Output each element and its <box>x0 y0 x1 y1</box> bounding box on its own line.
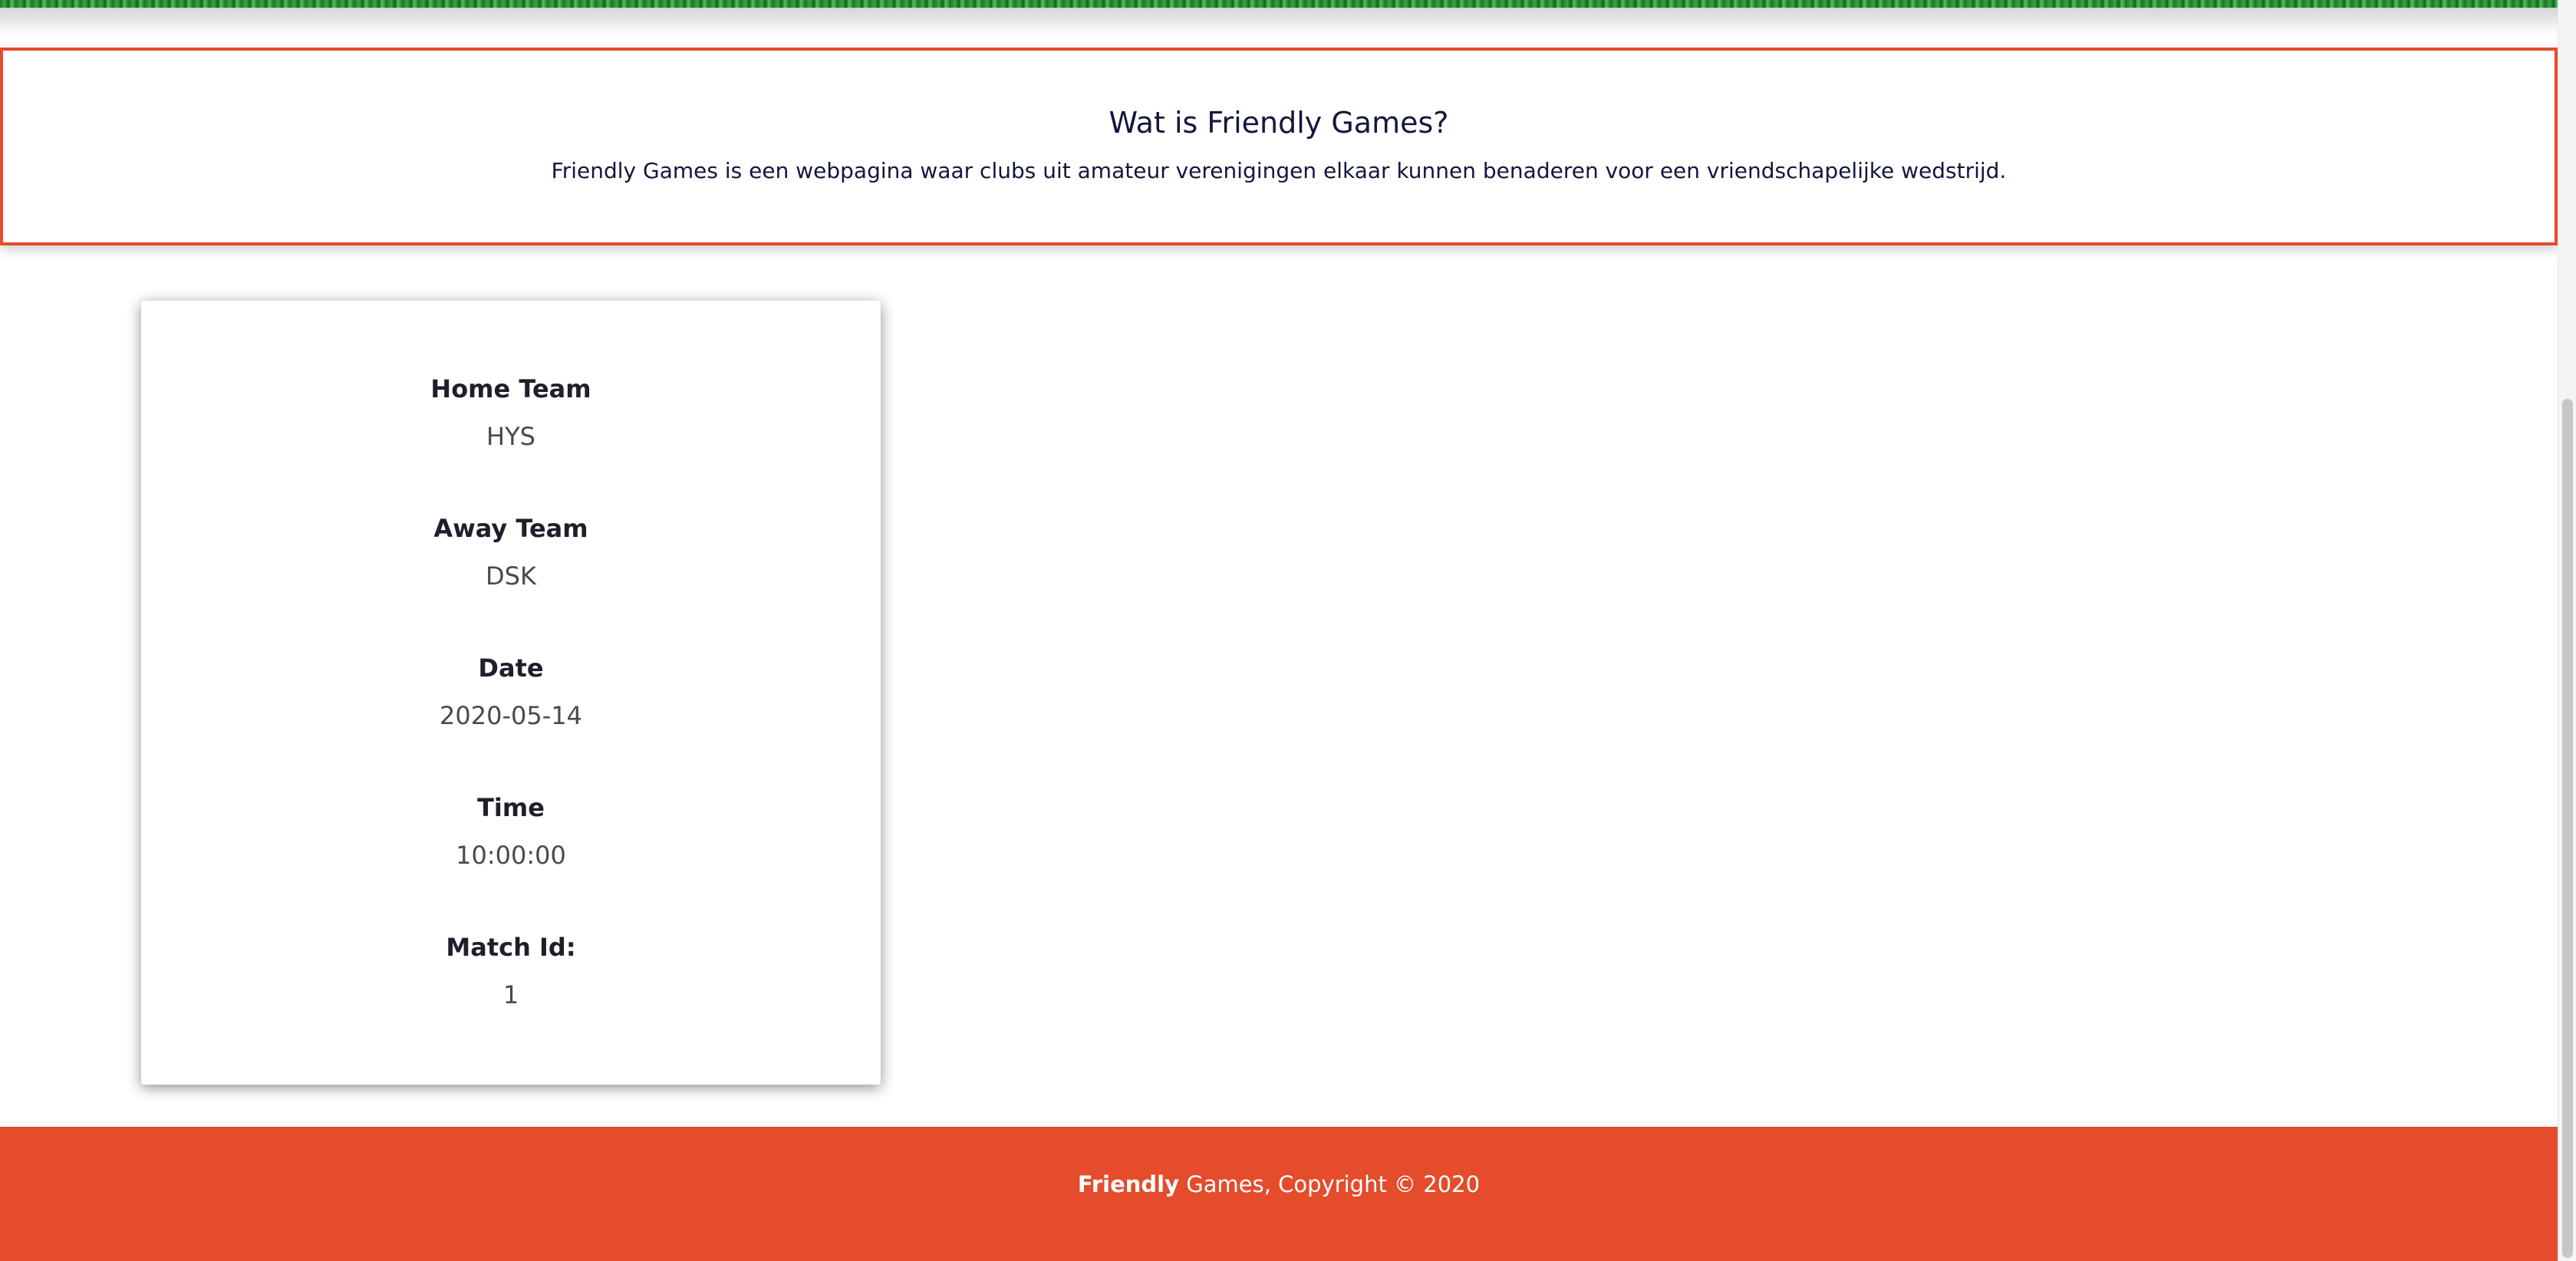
time-value: 10:00:00 <box>456 841 566 870</box>
page: Wat is Friendly Games? Friendly Games is… <box>0 0 2576 1261</box>
match-id-value: 1 <box>502 980 519 1009</box>
match-card: Home Team HYS Away Team DSK Date 2020-05… <box>141 301 881 1085</box>
intro-description: Friendly Games is een webpagina waar clu… <box>551 158 2007 183</box>
away-team-label: Away Team <box>433 514 588 543</box>
match-id-label: Match Id: <box>446 933 576 962</box>
header-grass-banner <box>0 0 2558 8</box>
footer-copyright: Friendly Games, Copyright © 2020 <box>0 1171 2558 1197</box>
time-label: Time <box>477 793 545 822</box>
intro-title: Wat is Friendly Games? <box>1108 106 1449 140</box>
intro-section: Wat is Friendly Games? Friendly Games is… <box>0 48 2558 245</box>
away-team-value: DSK <box>486 561 536 591</box>
home-team-label: Home Team <box>430 374 591 403</box>
footer: Friendly Games, Copyright © 2020 <box>0 1127 2558 1261</box>
home-team-field: Home Team HYS <box>141 374 881 451</box>
date-field: Date 2020-05-14 <box>141 654 881 730</box>
home-team-value: HYS <box>486 422 535 451</box>
footer-brand-bold: Friendly <box>1077 1171 1180 1197</box>
header-shadow <box>0 8 2558 35</box>
footer-copyright-text: Games, Copyright © 2020 <box>1179 1171 1481 1197</box>
time-field: Time 10:00:00 <box>141 793 881 870</box>
match-id-field: Match Id: 1 <box>141 933 881 1009</box>
scrollbar-track[interactable] <box>2558 0 2576 1261</box>
date-label: Date <box>478 654 544 683</box>
scrollbar-thumb[interactable] <box>2562 399 2573 1258</box>
away-team-field: Away Team DSK <box>141 514 881 591</box>
date-value: 2020-05-14 <box>440 701 582 730</box>
